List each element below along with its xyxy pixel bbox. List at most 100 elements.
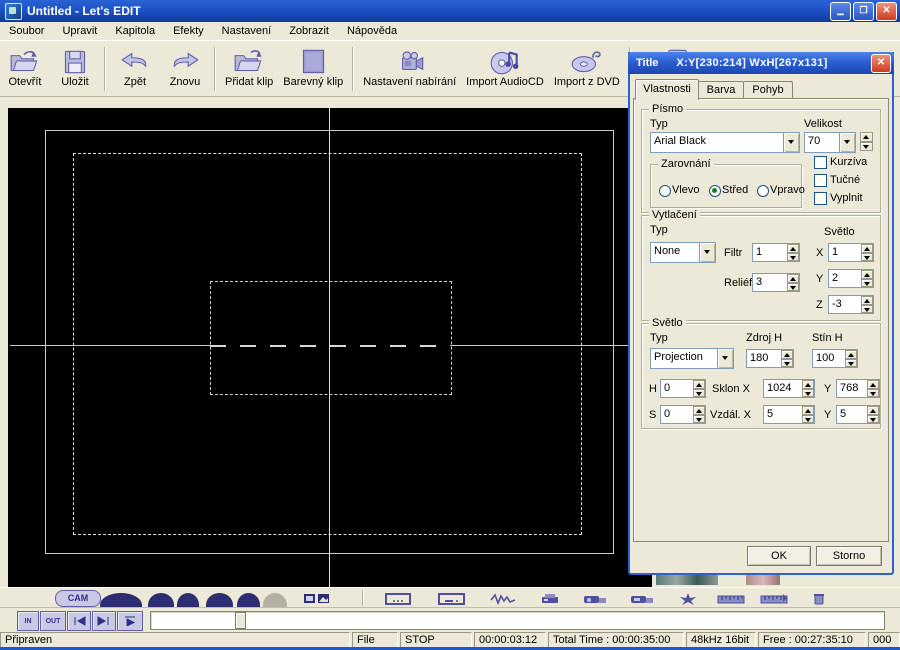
spin-up-icon[interactable]: [787, 274, 799, 283]
transport-button[interactable]: [100, 593, 142, 608]
trash-icon[interactable]: [813, 592, 825, 608]
monitor-icon[interactable]: [303, 592, 316, 608]
transport-button[interactable]: [148, 593, 174, 608]
spin-up-icon[interactable]: [867, 380, 879, 389]
preview-canvas[interactable]: [8, 108, 652, 587]
ok-button[interactable]: OK: [747, 546, 811, 566]
clip-track-icon[interactable]: [385, 592, 411, 608]
cancel-button[interactable]: Storno: [816, 546, 882, 566]
font-type-combo[interactable]: Arial Black: [650, 132, 800, 153]
spin-down-icon[interactable]: [867, 389, 879, 398]
skip-start-button[interactable]: [67, 611, 91, 631]
tab-vlastnosti[interactable]: Vlastnosti: [635, 79, 699, 100]
font-size-combo[interactable]: 70: [804, 132, 856, 153]
italic-checkbox[interactable]: [814, 156, 827, 169]
minimize-button[interactable]: [830, 2, 851, 21]
restore-button[interactable]: [853, 2, 874, 21]
ruler-icon[interactable]: [717, 592, 745, 608]
menu-zobrazit[interactable]: Zobrazit: [280, 23, 338, 39]
spin-up-icon[interactable]: [802, 406, 814, 415]
waveform-icon[interactable]: [490, 592, 516, 608]
export-tape-icon[interactable]: [583, 592, 607, 608]
spin-up-icon[interactable]: [861, 270, 873, 279]
open-button[interactable]: Otevřít: [0, 47, 50, 90]
menu-kapitola[interactable]: Kapitola: [106, 23, 164, 39]
chevron-down-icon[interactable]: [839, 133, 855, 152]
relief-spin[interactable]: 3: [752, 273, 800, 292]
menu-nastaveni[interactable]: Nastavení: [213, 23, 281, 39]
image-icon[interactable]: [317, 592, 330, 608]
play-button[interactable]: [117, 611, 143, 631]
export-file-icon[interactable]: [630, 592, 654, 608]
save-button[interactable]: Uložit: [50, 47, 100, 90]
title-bar[interactable]: Untitled - Let's EDIT: [0, 0, 900, 22]
light-x-spin[interactable]: 1: [828, 243, 874, 262]
spin-up-icon[interactable]: [781, 350, 793, 359]
fill-checkbox[interactable]: [814, 192, 827, 205]
spin-down-icon[interactable]: [861, 279, 873, 288]
timeline-slider[interactable]: [150, 611, 885, 630]
dist-y-spin[interactable]: 5: [836, 405, 880, 424]
spin-down-icon[interactable]: [781, 359, 793, 368]
import-audiocd-button[interactable]: Import AudioCD: [461, 47, 549, 90]
tab-pohyb[interactable]: Pohyb: [743, 81, 793, 99]
close-button[interactable]: [876, 2, 897, 21]
align-center-radio[interactable]: [709, 185, 721, 197]
add-clip-button[interactable]: Přidat klip: [220, 47, 278, 90]
chevron-down-icon[interactable]: [783, 133, 799, 152]
transport-button[interactable]: [177, 593, 199, 608]
slider-thumb[interactable]: [235, 612, 246, 629]
menu-efekty[interactable]: Efekty: [164, 23, 213, 39]
dialog-title-bar[interactable]: Title X:Y[230:214] WxH[267x131]: [628, 52, 894, 74]
import-dvd-button[interactable]: Import z DVD: [549, 47, 625, 90]
dist-x-spin[interactable]: 5: [763, 405, 815, 424]
spin-up-icon[interactable]: [787, 244, 799, 253]
redo-button[interactable]: Znovu: [160, 47, 210, 90]
spin-up-icon[interactable]: [860, 132, 873, 142]
cam-button[interactable]: CAM: [55, 590, 101, 607]
light-type-combo[interactable]: Projection: [650, 348, 734, 369]
extrude-type-combo[interactable]: None: [650, 242, 716, 263]
spin-down-icon[interactable]: [802, 389, 814, 398]
skip-end-button[interactable]: [92, 611, 116, 631]
spin-up-icon[interactable]: [867, 406, 879, 415]
slope-x-spin[interactable]: 1024: [763, 379, 815, 398]
spin-down-icon[interactable]: [802, 415, 814, 424]
spin-down-icon[interactable]: [693, 389, 705, 398]
spin-down-icon[interactable]: [845, 359, 857, 368]
chevron-down-icon[interactable]: [717, 349, 733, 368]
color-clip-button[interactable]: Barevný klip: [278, 47, 348, 90]
transport-button[interactable]: [237, 593, 260, 608]
menu-soubor[interactable]: Soubor: [0, 23, 53, 39]
spin-up-icon[interactable]: [845, 350, 857, 359]
capture-settings-button[interactable]: Nastavení nabírání: [358, 47, 461, 90]
in-button[interactable]: IN: [17, 611, 39, 631]
light-y-spin[interactable]: 2: [828, 269, 874, 288]
filter-spin[interactable]: 1: [752, 243, 800, 262]
light-z-spin[interactable]: -3: [828, 295, 874, 314]
light-shadow-spin[interactable]: 100: [812, 349, 858, 368]
slope-y-spin[interactable]: 768: [836, 379, 880, 398]
spin-down-icon[interactable]: [787, 253, 799, 262]
spin-up-icon[interactable]: [802, 380, 814, 389]
title-track-icon[interactable]: [438, 592, 465, 608]
transport-button[interactable]: [206, 593, 233, 608]
spin-down-icon[interactable]: [787, 283, 799, 292]
spin-down-icon[interactable]: [861, 253, 873, 262]
spin-up-icon[interactable]: [693, 406, 705, 415]
transport-button[interactable]: [263, 593, 287, 608]
spin-up-icon[interactable]: [861, 296, 873, 305]
ruler-marker-icon[interactable]: [760, 592, 788, 608]
font-size-spinner[interactable]: [860, 132, 873, 151]
spin-down-icon[interactable]: [861, 305, 873, 314]
dialog-close-button[interactable]: [871, 54, 891, 73]
align-right-radio[interactable]: [757, 185, 769, 197]
out-button[interactable]: OUT: [40, 611, 66, 631]
title-bounding-box[interactable]: [210, 281, 452, 395]
light-source-spin[interactable]: 180: [746, 349, 794, 368]
effect-star-icon[interactable]: [677, 592, 699, 608]
chevron-down-icon[interactable]: [699, 243, 715, 262]
bold-checkbox[interactable]: [814, 174, 827, 187]
spin-up-icon[interactable]: [861, 244, 873, 253]
tab-barva[interactable]: Barva: [698, 81, 744, 99]
